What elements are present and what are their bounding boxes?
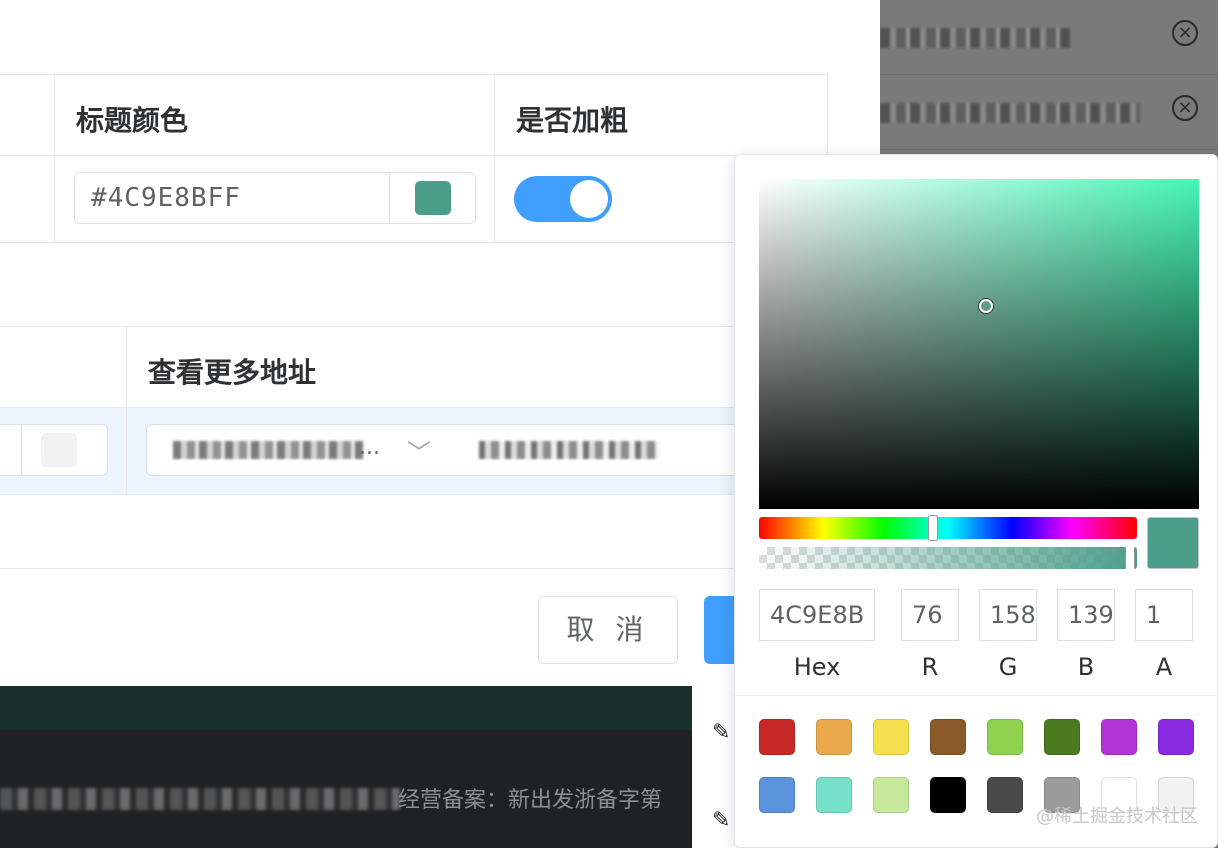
background-list-item: × bbox=[880, 0, 1218, 75]
divider bbox=[389, 173, 390, 223]
alpha-gradient bbox=[759, 547, 1137, 569]
watermark: @稀土掘金技术社区 bbox=[1036, 806, 1198, 827]
preset-color-swatch[interactable] bbox=[1158, 719, 1194, 755]
select-ellipsis: ... bbox=[359, 435, 380, 460]
b-input[interactable]: 139 bbox=[1057, 589, 1115, 641]
hex-input[interactable]: 4C9E8B bbox=[759, 589, 875, 641]
g-label: G bbox=[998, 653, 1018, 681]
table-header-row: 标题颜色 是否加粗 bbox=[0, 75, 828, 156]
color-swatch-trigger[interactable] bbox=[415, 181, 451, 215]
column-header-bold: 是否加粗 bbox=[516, 104, 629, 137]
preset-color-swatch[interactable] bbox=[930, 777, 966, 813]
close-icon[interactable]: × bbox=[1172, 20, 1198, 46]
divider bbox=[54, 75, 55, 155]
toggle-knob bbox=[570, 180, 608, 218]
blurred-text bbox=[880, 28, 1070, 48]
sv-cursor[interactable] bbox=[979, 299, 993, 313]
color-value: #4C9E8BFF bbox=[91, 183, 241, 213]
style-table: 标题颜色 是否加粗 #4C9E8BFF bbox=[0, 74, 828, 243]
close-icon[interactable]: × bbox=[1172, 95, 1198, 121]
divider bbox=[827, 75, 828, 155]
preset-color-swatch[interactable] bbox=[759, 719, 795, 755]
preset-color-swatch[interactable] bbox=[759, 777, 795, 813]
a-label: A bbox=[1155, 653, 1173, 681]
r-input[interactable]: 76 bbox=[901, 589, 959, 641]
icp-text: 经营备案：新出发浙备字第 bbox=[398, 788, 663, 813]
preset-color-swatch[interactable] bbox=[987, 719, 1023, 755]
b-label: B bbox=[1077, 653, 1095, 681]
preset-color-swatch[interactable] bbox=[873, 719, 909, 755]
chevron-down-icon: ﹀ bbox=[407, 439, 431, 467]
color-input[interactable] bbox=[0, 424, 108, 476]
background-list-item: × bbox=[880, 75, 1218, 150]
column-header-title-color: 标题颜色 bbox=[76, 104, 189, 137]
blurred-text bbox=[173, 441, 363, 459]
divider bbox=[126, 408, 127, 494]
r-label: R bbox=[921, 653, 939, 681]
alpha-slider[interactable] bbox=[759, 547, 1137, 569]
preset-color-swatch[interactable] bbox=[816, 777, 852, 813]
preset-color-swatch[interactable] bbox=[816, 719, 852, 755]
cancel-button[interactable]: 取 消 bbox=[538, 596, 678, 664]
a-input[interactable]: 1 bbox=[1135, 589, 1193, 641]
hex-label: Hex bbox=[793, 653, 841, 681]
bold-toggle[interactable] bbox=[514, 176, 612, 222]
divider bbox=[126, 327, 127, 407]
preset-color-swatch[interactable] bbox=[1101, 719, 1137, 755]
saturation-value-panel[interactable] bbox=[759, 179, 1199, 509]
divider bbox=[494, 156, 495, 242]
preset-color-swatch[interactable] bbox=[1044, 719, 1080, 755]
g-input[interactable]: 158 bbox=[979, 589, 1037, 641]
blurred-text bbox=[479, 441, 659, 459]
divider bbox=[54, 156, 55, 242]
divider bbox=[735, 695, 1217, 696]
color-picker-panel: 4C9E8B 76 158 139 1 Hex R G B A bbox=[734, 154, 1218, 848]
table-row: #4C9E8BFF bbox=[0, 156, 828, 243]
blurred-text bbox=[0, 788, 400, 810]
preset-color-swatch[interactable] bbox=[987, 777, 1023, 813]
alpha-slider-thumb[interactable] bbox=[1125, 547, 1135, 569]
current-color-preview bbox=[1147, 517, 1199, 569]
page-band bbox=[0, 686, 692, 730]
title-color-input[interactable]: #4C9E8BFF bbox=[74, 172, 476, 224]
divider bbox=[21, 425, 22, 475]
divider bbox=[494, 75, 495, 155]
hue-slider-thumb[interactable] bbox=[927, 515, 938, 541]
color-swatch-trigger[interactable] bbox=[41, 433, 77, 467]
link-type-select[interactable]: ... ﹀ bbox=[146, 424, 460, 476]
column-header-more-link: 查看更多地址 bbox=[148, 356, 317, 389]
link-url-input[interactable] bbox=[459, 424, 749, 476]
preset-color-swatch[interactable] bbox=[930, 719, 966, 755]
preset-color-swatch[interactable] bbox=[873, 777, 909, 813]
hue-slider[interactable] bbox=[759, 515, 1137, 541]
blurred-text bbox=[880, 103, 1140, 123]
